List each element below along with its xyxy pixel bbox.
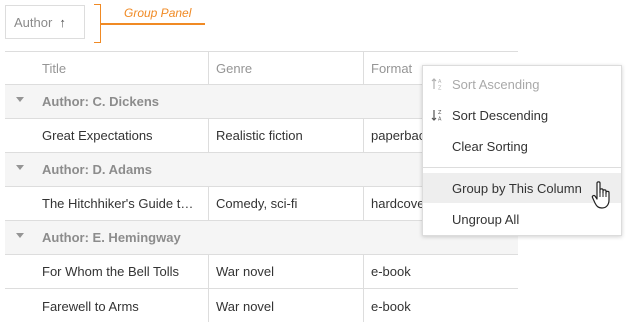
cell-title: For Whom the Bell Tolls [42, 264, 180, 279]
svg-text:Z: Z [438, 86, 442, 92]
cell-format: e-book [363, 289, 518, 322]
group-chip-label: Author [14, 14, 53, 30]
column-header-title[interactable]: Title [35, 52, 208, 84]
sort-descending-icon: Z A [431, 110, 442, 123]
cell-genre: Comedy, sci-fi [208, 187, 363, 220]
group-panel-chip-author[interactable]: Author ↑ [5, 5, 85, 39]
svg-text:A: A [438, 79, 442, 85]
menu-item-label: Sort Ascending [452, 76, 540, 92]
callout-bracket [94, 4, 101, 43]
menu-item-sort-descending[interactable]: Z A Sort Descending [423, 100, 621, 130]
cell-title-text: The Hitchhiker's Guide to the Galaxy [42, 196, 200, 211]
cell-title: Farewell to Arms [42, 298, 139, 314]
column-header-genre[interactable]: Genre [208, 52, 363, 84]
group-panel-callout: Group Panel [124, 6, 192, 20]
sort-ascending-icon: A Z [431, 78, 442, 92]
arrow-up-icon: ↑ [59, 14, 66, 30]
cell-title: The Hitchhiker's Guide to the Galaxy [35, 187, 208, 220]
group-row-label: Author: D. Adams [42, 162, 153, 177]
group-row-label: Author: E. Hemingway [42, 230, 181, 245]
cell-format: e-book [363, 255, 518, 288]
collapse-caret-icon[interactable] [16, 233, 24, 238]
cell-genre: Realistic fiction [208, 119, 363, 152]
callout-line [101, 23, 205, 25]
cell-title: Great Expectations [42, 128, 153, 143]
menu-item-label: Clear Sorting [452, 138, 528, 154]
menu-separator [423, 167, 621, 168]
menu-item-label: Group by This Column [452, 180, 582, 196]
table-row[interactable]: For Whom the Bell Tolls War novel e-book [5, 255, 518, 289]
menu-item-label: Ungroup All [452, 211, 520, 227]
collapse-caret-icon[interactable] [16, 165, 24, 170]
cell-genre: War novel [208, 255, 363, 288]
svg-text:Z: Z [438, 110, 442, 116]
hand-pointer-cursor-icon [591, 181, 610, 209]
group-row-label: Author: C. Dickens [42, 94, 160, 109]
menu-item-label: Sort Descending [452, 107, 549, 123]
collapse-caret-icon[interactable] [16, 97, 24, 102]
cell-genre: War novel [208, 289, 363, 322]
menu-item-clear-sorting[interactable]: Clear Sorting [423, 131, 621, 161]
svg-text:A: A [438, 117, 442, 123]
menu-item-sort-ascending[interactable]: A Z Sort Ascending [423, 69, 621, 99]
table-row[interactable]: Farewell to Arms War novel e-book [5, 289, 518, 322]
